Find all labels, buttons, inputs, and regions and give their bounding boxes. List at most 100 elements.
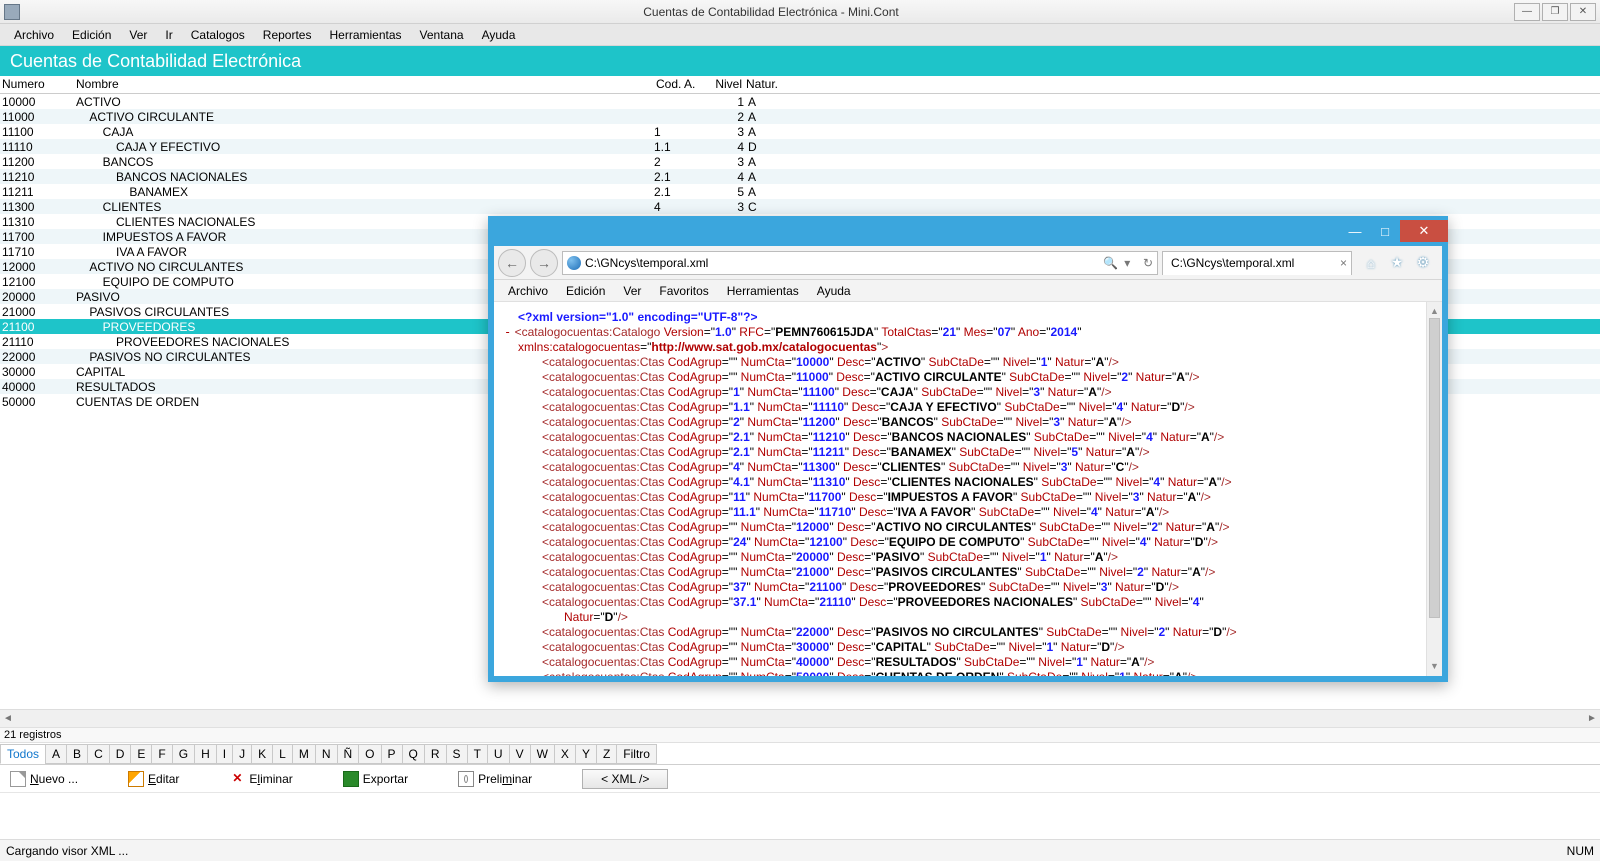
status-bar: Cargando visor XML ... NUM (0, 839, 1600, 861)
horizontal-scrollbar[interactable]: ◄► (0, 709, 1600, 727)
alpha-tab-Z[interactable]: Z (596, 744, 617, 764)
table-row[interactable]: 11000 ACTIVO CIRCULANTE2A (0, 109, 1600, 124)
edit-icon (128, 771, 144, 787)
ie-navbar: ← → C:\GNcys\temporal.xml 🔍 ▾ ↻ C:\GNcys… (494, 246, 1442, 280)
status-text: Cargando visor XML ... (6, 844, 128, 858)
forward-button[interactable]: → (530, 249, 558, 277)
alpha-tab-P[interactable]: P (381, 744, 403, 764)
ie-vertical-scrollbar[interactable] (1426, 302, 1442, 676)
ie-minimize-button[interactable]: — (1340, 220, 1370, 242)
search-icon[interactable]: 🔍 (1103, 256, 1118, 270)
new-icon (10, 771, 26, 787)
nuevo-button[interactable]: Nuevo ... (10, 771, 78, 787)
maximize-button[interactable]: ❐ (1542, 3, 1568, 21)
table-row[interactable]: 11200 BANCOS23A (0, 154, 1600, 169)
alpha-tab-N[interactable]: N (315, 744, 338, 764)
editar-button[interactable]: Editar (128, 771, 179, 787)
header-coda[interactable]: Cod. A. (654, 76, 704, 93)
menu-reportes[interactable]: Reportes (255, 26, 320, 44)
alpha-tab-Ñ[interactable]: Ñ (337, 744, 360, 764)
ie-maximize-button[interactable]: □ (1370, 220, 1400, 242)
alpha-tab-L[interactable]: L (272, 744, 293, 764)
menu-ir[interactable]: Ir (157, 26, 180, 44)
table-row[interactable]: 11100 CAJA13A (0, 124, 1600, 139)
back-button[interactable]: ← (498, 249, 526, 277)
alpha-tab-D[interactable]: D (109, 744, 132, 764)
ie-menu-edición[interactable]: Edición (558, 282, 613, 300)
alpha-tab-C[interactable]: C (87, 744, 110, 764)
table-row[interactable]: 11210 BANCOS NACIONALES2.14A (0, 169, 1600, 184)
alpha-tab-E[interactable]: E (130, 744, 152, 764)
ie-menu-herramientas[interactable]: Herramientas (719, 282, 807, 300)
alpha-tab-G[interactable]: G (172, 744, 195, 764)
xml-button[interactable]: < XML /> (582, 769, 668, 789)
menu-ayuda[interactable]: Ayuda (474, 26, 524, 44)
tab-close-icon[interactable]: × (1340, 256, 1347, 270)
browser-tab[interactable]: C:\GNcys\temporal.xml × (1162, 251, 1352, 275)
header-natur[interactable]: Natur. (744, 76, 784, 93)
close-button[interactable]: ✕ (1570, 3, 1596, 21)
ie-close-button[interactable]: ✕ (1400, 220, 1448, 242)
tab-title: C:\GNcys\temporal.xml (1171, 256, 1294, 270)
alpha-tab-A[interactable]: A (45, 744, 67, 764)
table-headers: Numero Nombre Cod. A. Nivel Natur. (0, 76, 1600, 94)
header-nombre[interactable]: Nombre (74, 76, 654, 93)
ie-menu-archivo[interactable]: Archivo (500, 282, 556, 300)
page-title-banner: Cuentas de Contabilidad Electrónica (0, 46, 1600, 76)
exportar-button[interactable]: Exportar (343, 771, 408, 787)
status-numlock: NUM (1567, 844, 1594, 858)
alpha-tab-O[interactable]: O (358, 744, 381, 764)
table-row[interactable]: 10000ACTIVO1A (0, 94, 1600, 109)
home-icon[interactable]: ⌂ (1362, 254, 1380, 272)
alpha-tab-M[interactable]: M (292, 744, 316, 764)
favorites-icon[interactable]: ★ (1388, 254, 1406, 272)
alpha-tab-Y[interactable]: Y (575, 744, 597, 764)
alpha-tab-W[interactable]: W (530, 744, 555, 764)
alpha-tab-Todos[interactable]: Todos (0, 744, 46, 764)
table-row[interactable]: 11300 CLIENTES43C (0, 199, 1600, 214)
alpha-tab-K[interactable]: K (251, 744, 273, 764)
menu-edición[interactable]: Edición (64, 26, 119, 44)
alpha-tab-Filtro[interactable]: Filtro (616, 744, 657, 764)
alpha-tab-F[interactable]: F (151, 744, 172, 764)
record-count: 21 registros (0, 727, 1600, 743)
alpha-tab-X[interactable]: X (554, 744, 576, 764)
alpha-tab-U[interactable]: U (487, 744, 510, 764)
main-titlebar: Cuentas de Contabilidad Electrónica - Mi… (0, 0, 1600, 24)
menu-archivo[interactable]: Archivo (6, 26, 62, 44)
menu-catalogos[interactable]: Catalogos (183, 26, 253, 44)
alpha-tab-V[interactable]: V (509, 744, 531, 764)
alpha-tab-R[interactable]: R (424, 744, 447, 764)
preliminar-button[interactable]: Preliminar (458, 771, 532, 787)
alpha-tab-S[interactable]: S (446, 744, 468, 764)
app-icon (4, 4, 20, 20)
ie-titlebar: — □ ✕ (488, 216, 1448, 246)
refresh-icon[interactable]: ↻ (1143, 256, 1153, 270)
ie-menu-ver[interactable]: Ver (615, 282, 649, 300)
eliminar-button[interactable]: ✕Eliminar (229, 771, 292, 787)
alpha-tab-B[interactable]: B (66, 744, 88, 764)
export-icon (343, 771, 359, 787)
table-row[interactable]: 11211 BANAMEX2.15A (0, 184, 1600, 199)
address-bar[interactable]: C:\GNcys\temporal.xml 🔍 ▾ ↻ (562, 251, 1158, 275)
minimize-button[interactable]: — (1514, 3, 1540, 21)
window-title: Cuentas de Contabilidad Electrónica - Mi… (28, 5, 1514, 19)
settings-icon[interactable]: ⚙ (1414, 254, 1432, 272)
menu-herramientas[interactable]: Herramientas (321, 26, 409, 44)
alpha-tab-J[interactable]: J (232, 744, 252, 764)
main-menubar: ArchivoEdiciónVerIrCatalogosReportesHerr… (0, 24, 1600, 46)
alpha-tab-I[interactable]: I (216, 744, 233, 764)
menu-ventana[interactable]: Ventana (412, 26, 472, 44)
ie-menu-favoritos[interactable]: Favoritos (651, 282, 716, 300)
alpha-tab-Q[interactable]: Q (402, 744, 425, 764)
alpha-tab-T[interactable]: T (467, 744, 488, 764)
action-toolbar: Nuevo ... Editar ✕Eliminar Exportar Prel… (0, 765, 1600, 793)
alpha-tab-H[interactable]: H (194, 744, 217, 764)
table-row[interactable]: 11110 CAJA Y EFECTIVO1.14D (0, 139, 1600, 154)
header-numero[interactable]: Numero (0, 76, 74, 93)
delete-icon: ✕ (229, 771, 245, 787)
xml-viewer: <?xml version="1.0" encoding="UTF-8"?>- … (494, 302, 1442, 676)
ie-menu-ayuda[interactable]: Ayuda (809, 282, 859, 300)
header-nivel[interactable]: Nivel (704, 76, 744, 93)
menu-ver[interactable]: Ver (121, 26, 155, 44)
